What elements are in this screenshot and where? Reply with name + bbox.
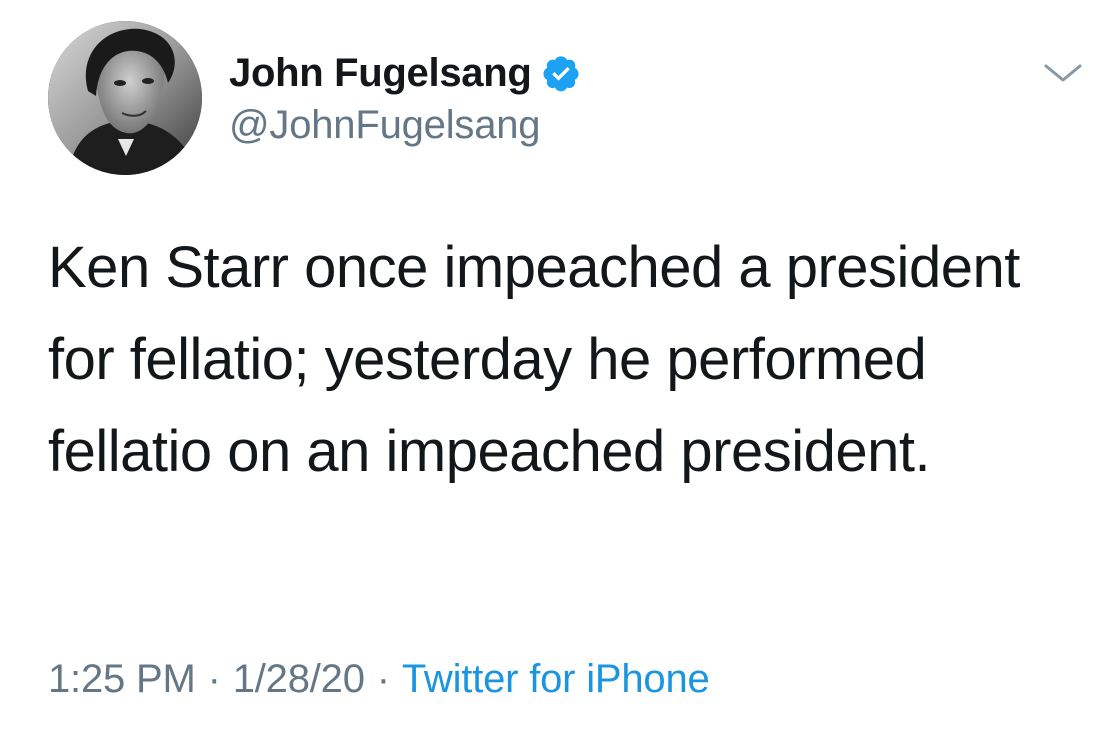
avatar[interactable] [48,21,202,175]
tweet-card: John Fugelsang @JohnFugelsang Ken Starr … [0,0,1099,733]
verified-badge-icon [541,53,581,93]
username-handle[interactable]: @JohnFugelsang [229,103,541,148]
author-name-row[interactable]: John Fugelsang [229,48,581,98]
separator: · [376,657,390,701]
separator: · [207,657,221,701]
tweet-text: Ken Starr once impeached a president for… [48,235,1020,484]
chevron-down-icon[interactable] [1040,58,1086,88]
tweet-time[interactable]: 1:25 PM [48,657,196,701]
tweet-source-link[interactable]: Twitter for iPhone [402,657,710,701]
tweet-date[interactable]: 1/28/20 [233,657,365,701]
display-name[interactable]: John Fugelsang [229,51,532,96]
tweet-meta: 1:25 PM · 1/28/20 · Twitter for iPhone [48,657,710,702]
